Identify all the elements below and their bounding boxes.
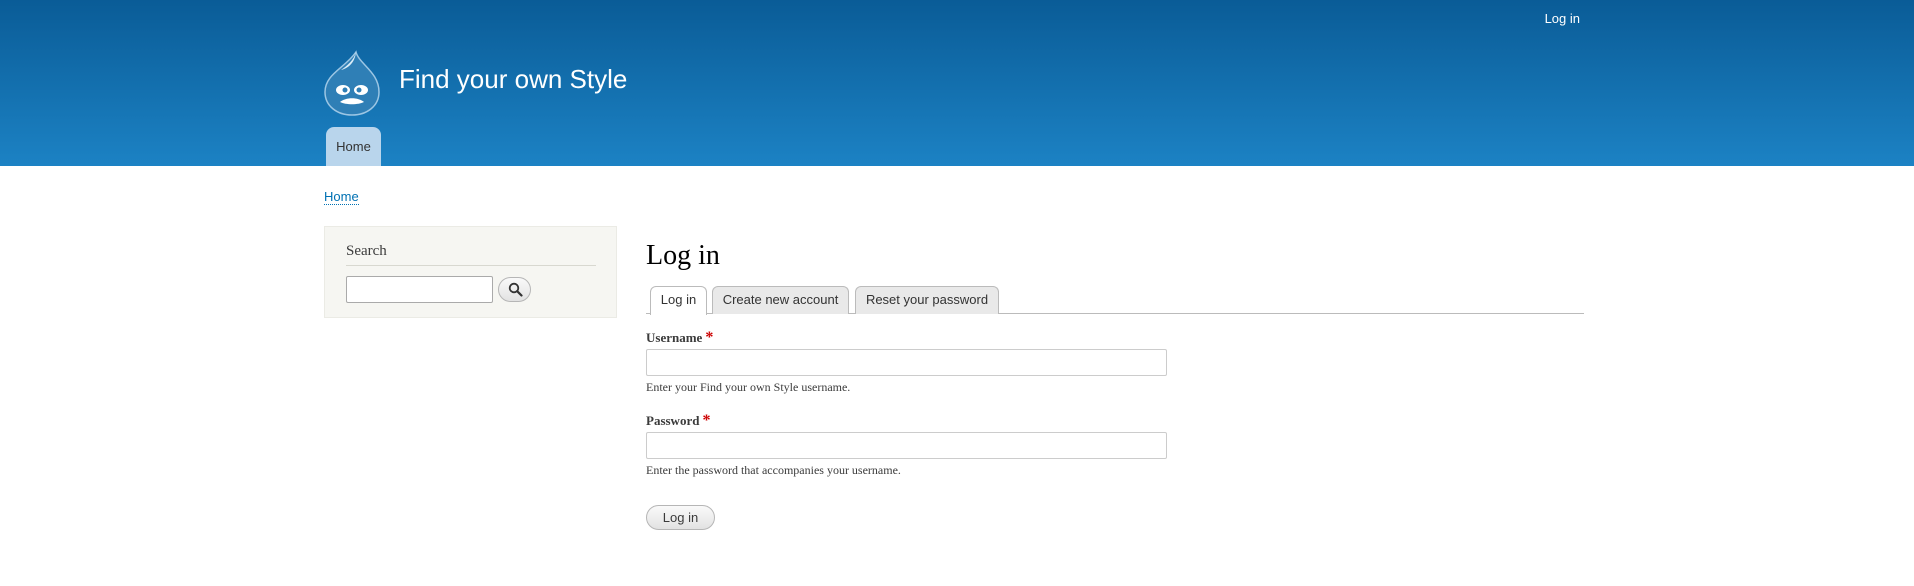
password-label-text: Password [646, 413, 700, 428]
username-required-marker: * [705, 329, 714, 346]
password-label: Password * [646, 412, 710, 430]
search-icon [508, 282, 523, 297]
search-title-divider [346, 265, 596, 266]
drupal-logo-icon[interactable] [323, 50, 381, 116]
password-field[interactable] [646, 432, 1167, 459]
secondary-menu-login-link[interactable]: Log in [1545, 11, 1580, 26]
sidebar-search-block: Search [324, 226, 617, 318]
search-input[interactable] [346, 276, 493, 303]
main-menu-home-tab[interactable]: Home [326, 127, 381, 166]
password-required-marker: * [702, 412, 711, 429]
tab-reset-password[interactable]: Reset your password [855, 286, 999, 314]
log-in-submit-button[interactable]: Log in [646, 505, 715, 530]
password-description: Enter the password that accompanies your… [646, 463, 901, 477]
site-name[interactable]: Find your own Style [399, 64, 627, 95]
search-button[interactable] [498, 277, 531, 302]
tab-create-new-account[interactable]: Create new account [712, 286, 849, 314]
username-label-text: Username [646, 330, 703, 345]
site-header: Log in Find your own Style Home [0, 0, 1914, 166]
search-block-title: Search [346, 243, 387, 259]
breadcrumb-home-link[interactable]: Home [324, 189, 359, 205]
tab-log-in[interactable]: Log in [650, 286, 707, 315]
page-title: Log in [646, 240, 720, 271]
username-description: Enter your Find your own Style username. [646, 380, 851, 394]
username-field[interactable] [646, 349, 1167, 376]
username-label: Username * [646, 329, 713, 347]
